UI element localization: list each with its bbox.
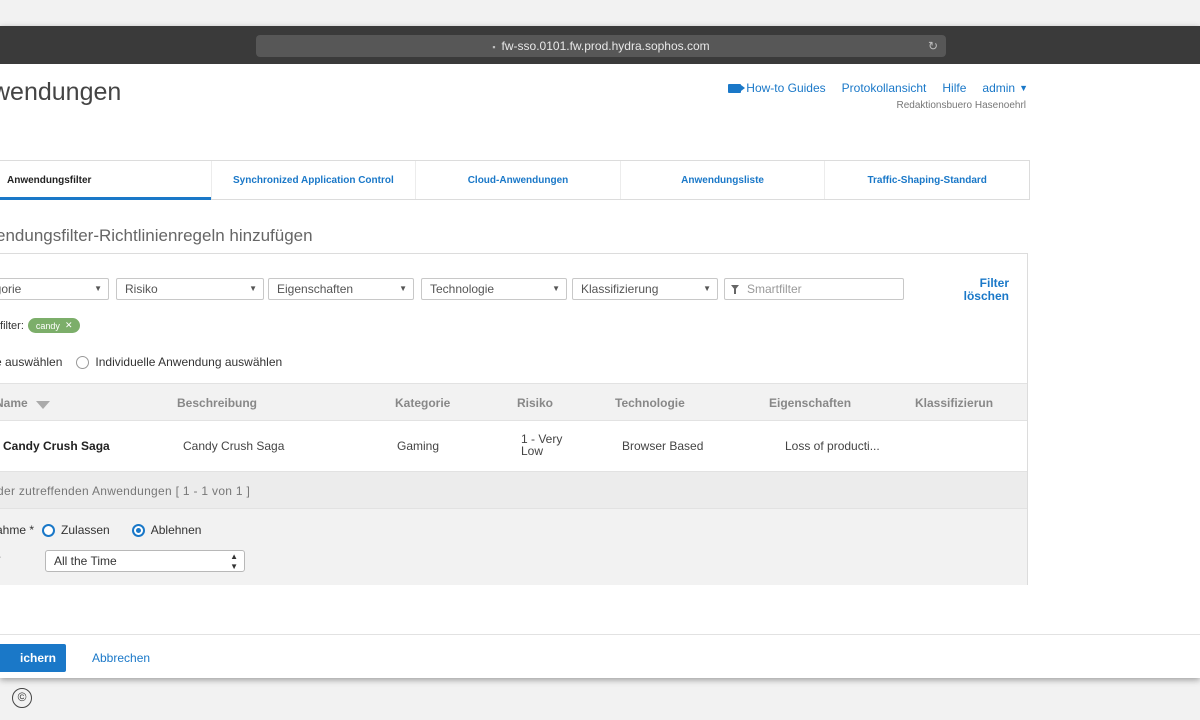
classification-dropdown-label: Klassifizierung [581, 282, 659, 296]
cell-category: Gaming [397, 439, 440, 453]
tab-synchronized-app-control[interactable]: Synchronized Application Control [212, 161, 417, 199]
column-header-name[interactable]: Name [0, 396, 50, 410]
funnel-icon [731, 285, 739, 294]
dropdown-arrow-icon: ▼ [552, 284, 560, 293]
user-name: admin [982, 81, 1016, 95]
caret-down-icon: ▼ [1019, 83, 1028, 93]
schedule-select[interactable]: All the Time ▲ ▼ [45, 550, 245, 572]
remove-chip-icon[interactable]: ✕ [65, 320, 73, 331]
deny-option[interactable]: Ablehnen [131, 523, 202, 537]
select-arrows-icon: ▲ ▼ [230, 552, 238, 571]
table-footer: der zutreffenden Anwendungen [ 1 - 1 von… [0, 471, 1027, 509]
section-title: endungsfilter-Richtlinienregeln hinzufüg… [0, 226, 313, 245]
reload-icon[interactable]: ↻ [928, 35, 938, 57]
name-header-label: Name [0, 396, 28, 410]
action-label: ahme * [0, 523, 35, 537]
select-individual-radio[interactable] [76, 355, 90, 369]
tab-bar: Anwendungsfilter Synchronized Applicatio… [0, 160, 1030, 200]
result-count: der zutreffenden Anwendungen [ 1 - 1 von… [0, 484, 251, 498]
dropdown-arrow-icon: ▼ [399, 284, 407, 293]
dropdown-arrow-icon: ▼ [249, 284, 257, 293]
tab-application-list[interactable]: Anwendungsliste [621, 161, 826, 199]
deny-radio[interactable] [131, 523, 145, 537]
column-header-risk[interactable]: Risiko [517, 396, 553, 410]
smartfilter-input[interactable]: Smartfilter [724, 278, 904, 300]
smartfilter-placeholder: Smartfilter [747, 282, 802, 296]
tab-traffic-shaping-default[interactable]: Traffic-Shaping-Standard [825, 161, 1029, 199]
schedule-select-value: All the Time [54, 554, 117, 568]
risk-dropdown[interactable]: Risiko ▼ [116, 278, 264, 300]
filter-panel: egorie ▼ Risiko ▼ Eigenschaften ▼ Technolog… [0, 253, 1028, 585]
table-row[interactable]: Candy Crush Saga Candy Crush Saga Gaming… [0, 421, 1027, 471]
properties-dropdown-label: Eigenschaften [277, 282, 354, 296]
app-content: wendungen How-to Guides Protokollansicht… [0, 64, 1200, 678]
page-title: wendungen [0, 78, 122, 106]
select-individual-label: Individuelle Anwendung auswählen [95, 355, 283, 369]
lock-icon: ▪ [492, 42, 496, 52]
chip-label: candy [35, 320, 60, 331]
table-header: Name Beschreibung Kategorie Risiko Techn… [0, 383, 1027, 421]
selection-mode-row: e auswählen Individuelle Anwendung auswä… [0, 355, 282, 369]
form-footer: ichern Abbrechen [0, 634, 1200, 678]
properties-dropdown[interactable]: Eigenschaften ▼ [268, 278, 414, 300]
video-camera-icon [728, 83, 746, 93]
technology-dropdown[interactable]: Technologie ▼ [421, 278, 567, 300]
howto-label: How-to Guides [746, 81, 826, 95]
cancel-button[interactable]: Abbrechen [92, 651, 150, 665]
top-navigation: How-to Guides Protokollansicht Hilfe adm… [728, 81, 1028, 95]
clear-filter-line2: löschen [963, 289, 1009, 303]
action-row: ahme * Zulassen Ablehnen [0, 523, 201, 537]
action-settings: ahme * Zulassen Ablehnen * All the Time ▲… [0, 509, 1027, 585]
dropdown-arrow-icon: ▼ [703, 284, 711, 293]
deny-label: Ablehnen [150, 523, 202, 537]
clear-filter-button[interactable]: Filter löschen [939, 277, 1009, 303]
time-label: * [0, 553, 1, 567]
allow-option[interactable]: Zulassen [42, 523, 110, 537]
column-header-classification[interactable]: Klassifizierun [915, 396, 993, 410]
allow-radio[interactable] [42, 523, 56, 537]
save-button[interactable]: ichern [0, 644, 66, 672]
active-smartfilter-row: tfilter: candy ✕ [0, 318, 81, 333]
url-text: fw-sso.0101.fw.prod.hydra.sophos.com [501, 39, 710, 53]
category-dropdown-label: egorie [0, 282, 22, 296]
log-viewer-link[interactable]: Protokollansicht [842, 81, 927, 95]
filter-icon[interactable] [35, 401, 50, 409]
classification-dropdown[interactable]: Klassifizierung ▼ [572, 278, 718, 300]
column-header-properties[interactable]: Eigenschaften [769, 396, 851, 410]
dropdown-arrow-icon: ▼ [94, 284, 102, 293]
browser-window: ▪ fw-sso.0101.fw.prod.hydra.sophos.com ↻ … [0, 26, 1200, 678]
smartfilter-label: tfilter: [0, 319, 24, 332]
user-menu[interactable]: admin ▼ [982, 81, 1028, 95]
column-header-technology[interactable]: Technologie [615, 396, 685, 410]
smartfilter-chip[interactable]: candy ✕ [27, 318, 81, 333]
tab-cloud-applications[interactable]: Cloud-Anwendungen [416, 161, 621, 199]
cell-risk: 1 - Very Low [521, 433, 581, 457]
technology-dropdown-label: Technologie [430, 282, 495, 296]
column-header-category[interactable]: Kategorie [395, 396, 450, 410]
tab-application-filter[interactable]: Anwendungsfilter [0, 161, 212, 200]
category-dropdown[interactable]: egorie ▼ [0, 278, 109, 300]
howto-guides-link[interactable]: How-to Guides [728, 81, 826, 95]
risk-line2: Low [521, 444, 544, 458]
column-header-description[interactable]: Beschreibung [177, 396, 257, 410]
organization-name: Redaktionsbuero Hasenoehrl [896, 100, 1026, 111]
select-individual-option[interactable]: Individuelle Anwendung auswählen [76, 355, 282, 369]
risk-dropdown-label: Risiko [125, 282, 158, 296]
address-bar[interactable]: ▪ fw-sso.0101.fw.prod.hydra.sophos.com ↻ [256, 35, 946, 57]
help-link[interactable]: Hilfe [942, 81, 966, 95]
select-all-label[interactable]: e auswählen [0, 355, 62, 369]
cell-technology: Browser Based [622, 439, 704, 453]
cell-description: Candy Crush Saga [183, 439, 285, 453]
copyright-icon: © [12, 688, 32, 708]
allow-label: Zulassen [61, 523, 110, 537]
cell-properties: Loss of producti... [785, 439, 880, 453]
browser-toolbar: ▪ fw-sso.0101.fw.prod.hydra.sophos.com ↻ [0, 26, 1200, 64]
cell-name: Candy Crush Saga [3, 439, 110, 453]
